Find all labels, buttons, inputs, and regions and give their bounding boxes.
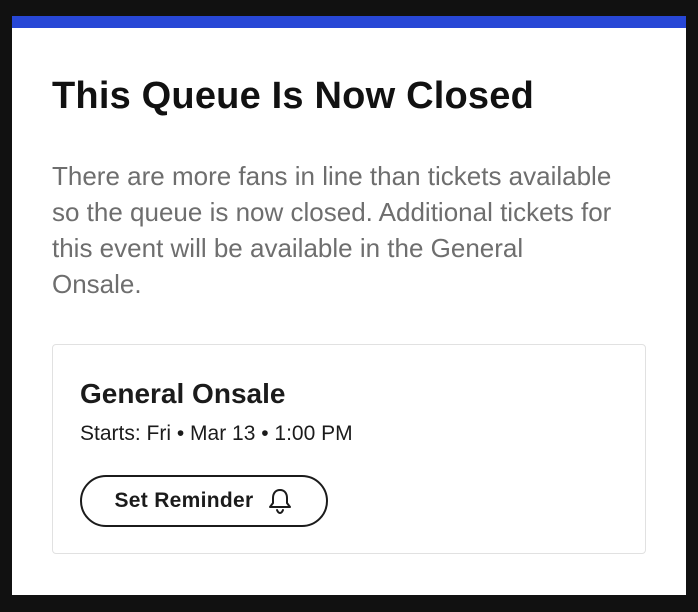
accent-bar (12, 16, 686, 28)
bell-icon (267, 487, 293, 515)
onsale-title: General Onsale (80, 378, 286, 409)
set-reminder-button[interactable]: Set Reminder (80, 475, 328, 527)
set-reminder-label: Set Reminder (114, 489, 254, 512)
general-onsale-card: General Onsale Starts: Fri • Mar 13 • 1:… (52, 344, 646, 554)
modal-title: This Queue Is Now Closed (52, 75, 534, 117)
onsale-start-time: Starts: Fri • Mar 13 • 1:00 PM (80, 422, 353, 445)
modal-description: There are more fans in line than tickets… (52, 161, 612, 299)
queue-closed-modal: This Queue Is Now Closed There are more … (12, 16, 686, 595)
